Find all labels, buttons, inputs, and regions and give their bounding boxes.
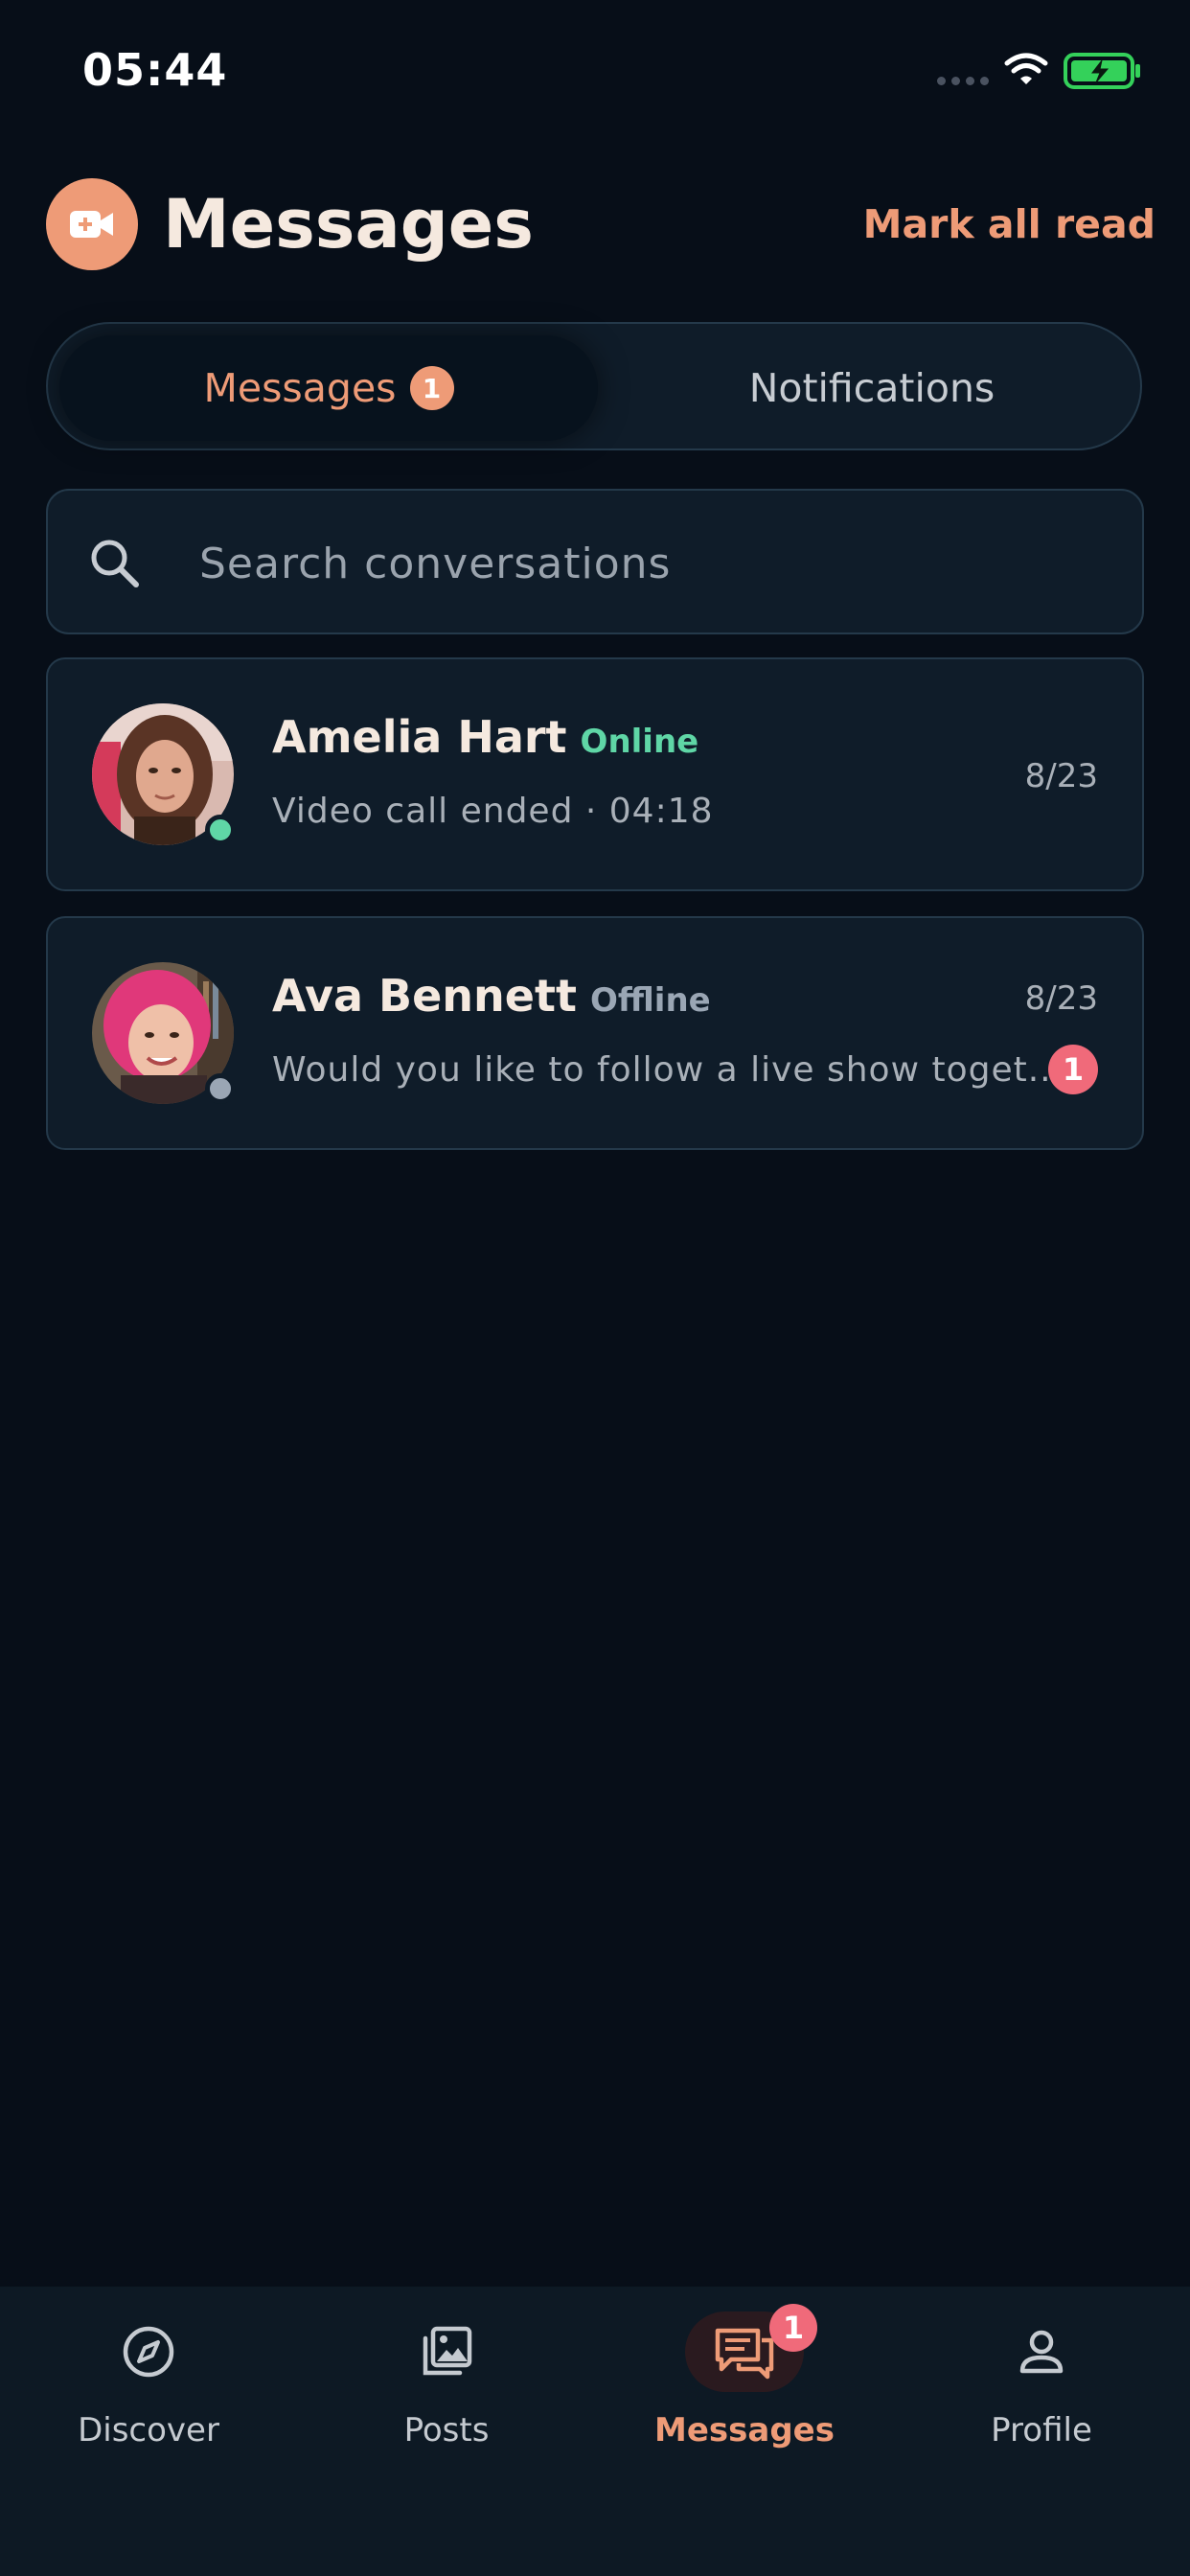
chat-icon (715, 2328, 774, 2380)
message-date: 8/23 (1024, 979, 1098, 1018)
nav-label: Profile (991, 2411, 1092, 2450)
compass-icon (123, 2326, 174, 2378)
nav-item-posts[interactable]: Posts (298, 2287, 595, 2478)
nav-item-profile[interactable]: Profile (893, 2287, 1190, 2478)
status-time: 05:44 (82, 44, 228, 96)
search-icon (91, 540, 139, 587)
tab-messages-badge: 1 (409, 366, 454, 410)
tab-messages-label: Messages (203, 365, 397, 411)
message-preview: Would you like to follow a live show tog… (272, 1050, 1064, 1090)
mark-all-read-button[interactable]: Mark all read (863, 196, 1156, 253)
contact-name: Ava Bennett (272, 970, 577, 1022)
nav-label: Discover (78, 2411, 219, 2450)
tab-messages[interactable]: Messages 1 (59, 335, 598, 441)
offline-status-dot (205, 1073, 236, 1104)
contact-name: Amelia Hart (272, 711, 567, 763)
contact-status: Offline (589, 981, 711, 1020)
nav-label: Messages (654, 2411, 835, 2450)
message-preview: Video call ended · 04:18 (272, 792, 714, 831)
header: Messages Mark all read (0, 163, 1190, 288)
battery-charging-icon (1064, 53, 1140, 89)
bottom-nav: Discover Posts 1 Messages Profile (0, 2287, 1190, 2576)
video-call-logo-icon[interactable] (46, 178, 138, 270)
tab-notifications-label: Notifications (748, 365, 995, 411)
unread-badge: 1 (1048, 1045, 1098, 1094)
search-input[interactable] (197, 529, 1102, 598)
status-bar: 05:44 (0, 0, 1190, 144)
conversation-item[interactable]: Amelia Hart Online Video call ended · 04… (46, 657, 1144, 891)
search-bar (46, 489, 1144, 634)
contact-status: Online (580, 723, 699, 761)
nav-label: Posts (403, 2411, 490, 2450)
message-date: 8/23 (1024, 757, 1098, 795)
nav-messages-badge: 1 (769, 2304, 817, 2352)
gallery-icon (423, 2326, 472, 2376)
nav-item-discover[interactable]: Discover (0, 2287, 297, 2478)
cellular-signal-icon (937, 77, 989, 85)
tab-bar: Messages 1 Notifications (46, 322, 1142, 450)
conversation-item[interactable]: Ava Bennett Offline Would you like to fo… (46, 916, 1144, 1150)
wifi-icon (1004, 53, 1048, 84)
nav-item-messages[interactable]: 1 Messages (596, 2287, 893, 2478)
page-title: Messages (163, 185, 534, 264)
online-status-dot (205, 815, 236, 845)
person-icon (1019, 2330, 1064, 2374)
tab-notifications[interactable]: Notifications (613, 335, 1131, 441)
